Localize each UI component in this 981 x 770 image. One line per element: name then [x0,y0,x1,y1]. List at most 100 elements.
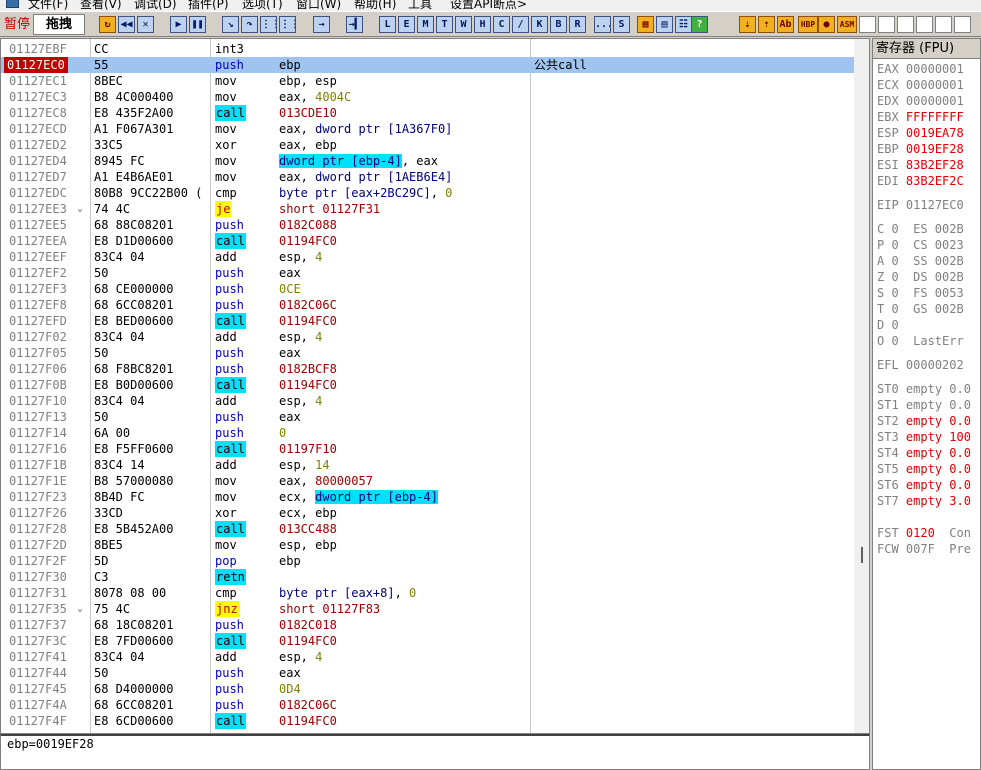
register-edi[interactable]: EDI 83B2EF2C [877,173,964,189]
register-fst[interactable]: FST 0120 Con [877,525,971,541]
trace-into-icon[interactable]: ⋮⋮ [260,16,277,33]
disasm-row[interactable]: 01127EE3 ⌄ 74 4C je short 01127F31 [1,201,854,217]
flag-row[interactable]: P 0 CS 0023 [877,237,964,253]
disasm-row[interactable]: 01127EC3 B8 4C000400 mov eax, 4004C [1,89,854,105]
disasm-row[interactable]: 01127EDC 80B8 9CC22B00 (cmp byte ptr [eax+… [1,185,854,201]
disasm-row[interactable]: 01127F14 6A 00 push 0 [1,425,854,441]
app-icon[interactable] [6,0,19,8]
disasm-row[interactable]: 01127EE5 68 88C08201 push 0182C088 [1,217,854,233]
restart-icon[interactable]: ◀◀ [118,16,135,33]
disasm-row[interactable]: 01127F37 68 18C08201 push 0182C018 [1,617,854,633]
disasm-row[interactable]: 01127F4A 68 6CC08201 push 0182C06C [1,697,854,713]
step-over-icon[interactable]: ↷ [241,16,258,33]
disasm-row[interactable]: 01127F0B E8 B0D00600 call 01194FC0 [1,377,854,393]
disasm-row[interactable]: 01127EC8 E8 435F2A00 call 013CDE10 [1,105,854,121]
disasm-row[interactable]: 01127F30 C3 retn [1,569,854,585]
window-source-button[interactable]: S [613,16,630,33]
registers-title[interactable]: 寄存器 (FPU) [873,39,980,59]
register-st6[interactable]: ST6 empty 0.0 [877,477,971,493]
disasm-row[interactable]: 01127F05 50 push eax [1,345,854,361]
register-eax[interactable]: EAX 00000001 [877,61,964,77]
blank-tool-5[interactable] [935,16,952,33]
disasm-row[interactable]: 01127F02 83C4 04 add esp, 4 [1,329,854,345]
register-efl[interactable]: EFL 00000202 [877,357,964,373]
registers-pane[interactable]: 寄存器 (FPU) EAX 00000001 ECX 00000001 EDX 00… [872,38,981,770]
flag-row[interactable]: A 0 SS 002B [877,253,964,269]
register-st1[interactable]: ST1 empty 0.0 [877,397,971,413]
register-st7[interactable]: ST7 empty 3.0 [877,493,971,509]
disasm-row[interactable]: 01127ED2 33C5 xor eax, ebp [1,137,854,153]
disasm-row[interactable]: 01127F16 E8 F5FF0600 call 01197F10 [1,441,854,457]
menu-view[interactable]: 查看(V) [80,0,122,11]
menu-file[interactable]: 文件(F) [28,0,68,11]
disasm-row[interactable]: 01127F06 68 F8BC8201 push 0182BCF8 [1,361,854,377]
menu-tools[interactable]: 工具 [408,0,432,11]
register-ecx[interactable]: ECX 00000001 [877,77,964,93]
disasm-row[interactable]: 01127F10 83C4 04 add esp, 4 [1,393,854,409]
disasm-row[interactable]: 01127F1E B8 57000080 mov eax, 80000057 [1,473,854,489]
window-references-button[interactable]: R [569,16,586,33]
trace-over-icon[interactable]: ⋮⋮ [279,16,296,33]
disasm-row[interactable]: 01127F35 ⌄ 75 4C jnz short 01127F83 [1,601,854,617]
menu-debug[interactable]: 调试(D) [134,0,177,11]
help-icon[interactable]: ? [691,16,708,33]
register-st0[interactable]: ST0 empty 0.0 [877,381,971,397]
window-handles-button[interactable]: H [474,16,491,33]
flag-row[interactable]: S 0 FS 0053 [877,285,964,301]
disasm-row[interactable]: 01127EF8 68 6CC08201 push 0182C06C [1,297,854,313]
pause-icon[interactable]: ❚❚ [189,16,206,33]
disasm-row[interactable]: 01127F2F 5D pop ebp [1,553,854,569]
flag-row[interactable]: D 0 [877,317,899,333]
blank-tool-3[interactable] [897,16,914,33]
disasm-row[interactable]: 01127F4F E8 6CD00600 call 01194FC0 [1,713,854,729]
disasm-row[interactable]: 01127F45 68 D4000000 push 0D4 [1,681,854,697]
hardware-breakpoint-icon[interactable]: HBP [798,16,818,33]
window-memory-button[interactable]: M [417,16,434,33]
menu-help[interactable]: 帮助(H) [354,0,396,11]
flag-row[interactable]: T 0 GS 002B [877,301,964,317]
flag-row[interactable]: Z 0 DS 002B [877,269,964,285]
step-into-icon[interactable]: ↘ [222,16,239,33]
disasm-row[interactable]: 01127F41 83C4 04 add esp, 4 [1,649,854,665]
window-modules-button[interactable]: E [398,16,415,33]
assembler-icon[interactable]: ASM [837,16,857,33]
disassembly-scrollbar[interactable] [854,39,869,733]
register-edx[interactable]: EDX 00000001 [877,93,964,109]
disasm-row[interactable]: 01127F23 8B4D FC mov ecx, dword ptr [ebp-4] [1,489,854,505]
disasm-row[interactable]: 01127EEA E8 D1D00600 call 01194FC0 [1,233,854,249]
open-icon[interactable]: ↻ [99,16,116,33]
window-threads-button[interactable]: T [436,16,453,33]
register-st2[interactable]: ST2 empty 0.0 [877,413,971,429]
plugin-a-icon[interactable]: ⇣ [739,16,756,33]
blank-tool-1[interactable] [859,16,876,33]
disasm-row[interactable]: 01127ED7 A1 E4B6AE01 mov eax, dword ptr [1A… [1,169,854,185]
blank-tool-2[interactable] [878,16,895,33]
blank-tool-4[interactable] [916,16,933,33]
window-patches-button[interactable]: / [512,16,529,33]
disasm-row[interactable]: 01127F44 50 push eax [1,665,854,681]
disasm-row[interactable]: 01127F28 E8 5B452A00 call 013CC488 [1,521,854,537]
window-breakpoints-button[interactable]: B [550,16,567,33]
register-esp[interactable]: ESP 0019EA78 [877,125,964,141]
register-fcw[interactable]: FCW 007F Pre [877,541,971,557]
settings-icon[interactable]: ☷ [675,16,692,33]
register-ebx[interactable]: EBX FFFFFFFF [877,109,964,125]
disasm-row[interactable]: 01127ECD A1 F067A301 mov eax, dword ptr [1A… [1,121,854,137]
blank-tool-6[interactable] [954,16,971,33]
menu-plugins[interactable]: 插件(P) [188,0,229,11]
menu-options[interactable]: 选项(T) [242,0,283,11]
menu-window[interactable]: 窗口(W) [296,0,341,11]
disasm-row[interactable]: 01127F13 50 push eax [1,409,854,425]
window-callstack-button[interactable]: K [531,16,548,33]
appearance-icon[interactable]: ▤ [656,16,673,33]
window-runtrace-button[interactable]: ... [594,16,611,33]
go-to-icon[interactable]: →▍ [346,16,363,33]
disasm-row[interactable]: 01127F26 33CD xor ecx, ebp [1,505,854,521]
window-cpu-button[interactable]: C [493,16,510,33]
execute-till-return-icon[interactable]: → [313,16,330,33]
options-icon[interactable]: ▦ [637,16,654,33]
disasm-row[interactable]: 01127F2D 8BE5 mov esp, ebp [1,537,854,553]
plugin-b-icon[interactable]: ⇡ [758,16,775,33]
disasm-row[interactable]: 01127F31 8078 08 00 cmp byte ptr [eax+8], 0 [1,585,854,601]
disasm-row[interactable]: 01127F1B 83C4 14 add esp, 14 [1,457,854,473]
